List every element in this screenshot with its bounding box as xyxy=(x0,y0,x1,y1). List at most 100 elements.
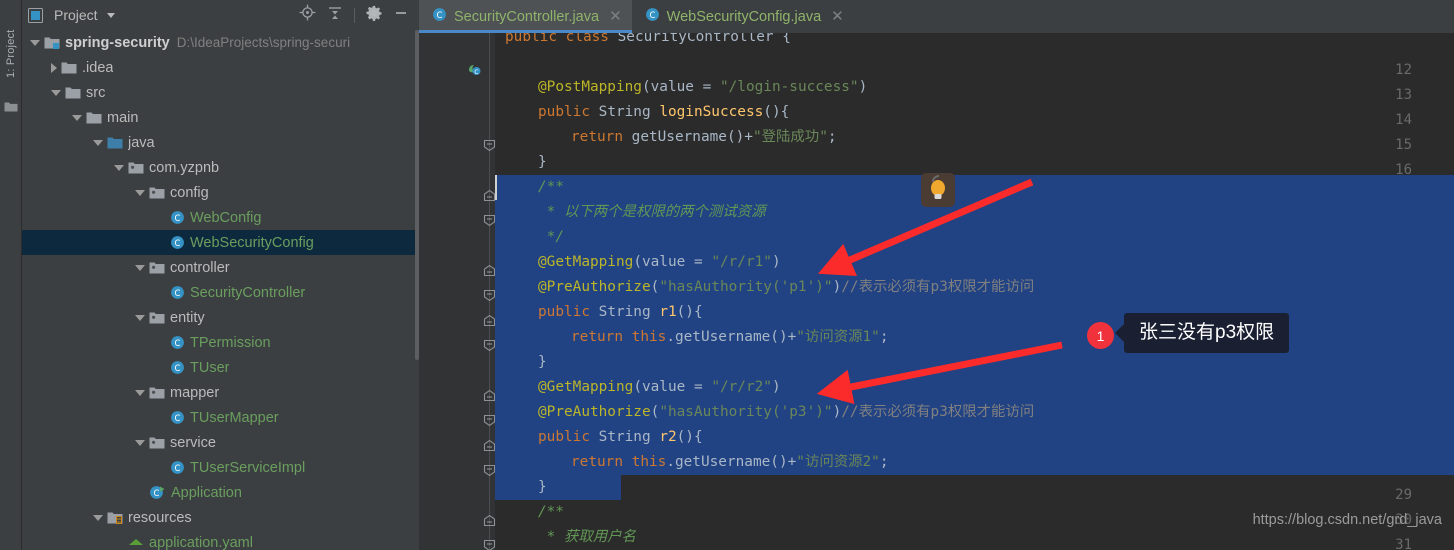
package-icon xyxy=(149,261,165,275)
code-token: @PreAuthorize xyxy=(538,404,651,420)
code-line[interactable]: @GetMapping(value = "/r/r1") xyxy=(495,250,1454,275)
chevron-down-icon[interactable] xyxy=(106,12,115,18)
tree-item-config[interactable]: config xyxy=(22,180,419,205)
settings-gear-icon[interactable] xyxy=(366,5,382,26)
tree-toggle-down-icon[interactable] xyxy=(30,39,40,46)
tree-item-spring-security[interactable]: spring-security D:\IdeaProjects\spring-se… xyxy=(22,30,419,55)
tree-item-controller[interactable]: controller xyxy=(22,255,419,280)
tree-item-securitycontroller[interactable]: C SecurityController xyxy=(22,280,419,305)
svg-text:C: C xyxy=(175,414,181,424)
code-token: )" xyxy=(815,404,833,420)
editor-tab-bar[interactable]: C SecurityController.java ✕ C WebSecurityCon… xyxy=(419,0,1454,33)
source-folder-icon xyxy=(107,136,123,150)
editor-tab-websecurityconfig[interactable]: C WebSecurityConfig.java ✕ xyxy=(632,0,854,33)
tree-toggle-down-icon[interactable] xyxy=(93,139,103,146)
tree-toggle-right-icon[interactable] xyxy=(51,62,57,73)
code-token: return xyxy=(571,129,632,145)
tree-item-tuserserviceimpl[interactable]: C TUserServiceImpl xyxy=(22,455,419,480)
code-line[interactable]: public String r2(){ xyxy=(495,425,1454,450)
hide-panel-icon[interactable] xyxy=(393,5,409,26)
tree-toggle-down-icon[interactable] xyxy=(135,264,145,271)
collapse-all-icon[interactable] xyxy=(327,5,343,26)
tree-item-application[interactable]: C Application xyxy=(22,480,419,505)
close-icon[interactable]: ✕ xyxy=(831,9,844,24)
tree-item-label: com.yzpnb xyxy=(149,159,220,176)
code-line[interactable]: public String loginSuccess(){ xyxy=(495,100,1454,125)
tree-toggle-down-icon[interactable] xyxy=(135,439,145,446)
project-tree[interactable]: spring-security D:\IdeaProjects\spring-se… xyxy=(22,30,419,550)
code-line[interactable]: @GetMapping(value = "/r/r2") xyxy=(495,375,1454,400)
watermark-url: https://blog.csdn.net/grd_java xyxy=(1252,512,1442,528)
tree-toggle-down-icon[interactable] xyxy=(135,314,145,321)
tree-item-com-yzpnb[interactable]: com.yzpnb xyxy=(22,155,419,180)
tree-item-resources[interactable]: resources xyxy=(22,505,419,530)
project-toolwindow-button[interactable]: 1: Project xyxy=(0,6,22,101)
tree-item-service[interactable]: service xyxy=(22,430,419,455)
tree-item-main[interactable]: main xyxy=(22,105,419,130)
tree-item-application-yaml[interactable]: application.yaml xyxy=(22,530,419,550)
tree-toggle-down-icon[interactable] xyxy=(51,89,61,96)
code-line[interactable]: @PreAuthorize("hasAuthority('p3')")//表示必… xyxy=(495,400,1454,425)
code-text[interactable]: public class SecurityController { @PostMa… xyxy=(495,33,1454,550)
editor-tab-securitycontroller[interactable]: C SecurityController.java ✕ xyxy=(419,0,632,33)
code-line[interactable]: * 以下两个是权限的两个测试资源 xyxy=(495,200,1454,225)
code-line[interactable]: /** xyxy=(495,175,1454,200)
tree-item--idea[interactable]: .idea xyxy=(22,55,419,80)
code-line[interactable]: return this.getUsername()+"访问资源2"; xyxy=(495,450,1454,475)
code-line[interactable]: * 获取用户名 xyxy=(495,525,1454,550)
code-token: )" xyxy=(815,279,833,295)
code-line[interactable]: */ xyxy=(495,225,1454,250)
code-line[interactable]: } xyxy=(495,475,1454,500)
code-token: @GetMapping xyxy=(538,379,634,395)
tree-item-label: WebConfig xyxy=(190,209,262,226)
folder-icon xyxy=(86,111,102,125)
code-token: ()+ xyxy=(726,129,753,145)
svg-text:C: C xyxy=(474,69,478,76)
tree-item-java[interactable]: java xyxy=(22,130,419,155)
tree-item-tpermission[interactable]: C TPermission xyxy=(22,330,419,355)
tree-item-label: TPermission xyxy=(190,334,271,351)
code-line[interactable]: } xyxy=(495,150,1454,175)
code-line[interactable]: @PreAuthorize("hasAuthority('p1')")//表示必… xyxy=(495,275,1454,300)
code-token: "访问资源1" xyxy=(796,329,880,345)
locate-icon[interactable] xyxy=(299,4,316,26)
close-icon[interactable]: ✕ xyxy=(609,9,622,24)
code-token: (){ xyxy=(763,104,790,120)
tree-item-src[interactable]: src xyxy=(22,80,419,105)
tree-item-mapper[interactable]: mapper xyxy=(22,380,419,405)
code-token: = xyxy=(685,254,712,270)
tree-toggle-down-icon[interactable] xyxy=(114,164,124,171)
code-line[interactable]: @PostMapping(value = "/login-success") xyxy=(495,75,1454,100)
tree-item-label: java xyxy=(128,134,155,151)
folder-icon[interactable] xyxy=(4,100,18,118)
tree-toggle-down-icon[interactable] xyxy=(135,389,145,396)
lightbulb-icon[interactable] xyxy=(921,173,955,207)
tree-item-tuser[interactable]: C TUser xyxy=(22,355,419,380)
tree-item-tusermapper[interactable]: C TUserMapper xyxy=(22,405,419,430)
svg-text:C: C xyxy=(175,239,181,249)
package-icon xyxy=(149,436,165,450)
tree-item-entity[interactable]: entity xyxy=(22,305,419,330)
tree-item-webconfig[interactable]: C WebConfig xyxy=(22,205,419,230)
code-line[interactable] xyxy=(495,50,1454,75)
code-line[interactable]: public String r1(){ xyxy=(495,300,1454,325)
package-icon xyxy=(128,161,144,175)
tree-item-label: TUserServiceImpl xyxy=(190,459,306,476)
spring-boot-run-icon: C xyxy=(149,485,166,500)
code-line[interactable]: } xyxy=(495,350,1454,375)
tree-toggle-down-icon[interactable] xyxy=(93,514,103,521)
package-icon xyxy=(149,186,165,200)
tree-item-websecurityconfig[interactable]: C WebSecurityConfig xyxy=(22,230,419,255)
code-line[interactable]: public class SecurityController { xyxy=(495,33,1454,50)
code-viewport[interactable]: 12C1314151617181920212223242526272829303… xyxy=(419,33,1454,550)
code-token: ) xyxy=(832,279,842,295)
code-line[interactable]: return getUsername()+"登陆成功"; xyxy=(495,125,1454,150)
tree-toggle-down-icon[interactable] xyxy=(135,189,145,196)
tree-toggle-down-icon[interactable] xyxy=(72,114,82,121)
code-line[interactable]: return this.getUsername()+"访问资源1"; xyxy=(495,325,1454,350)
spring-bean-icon[interactable]: C xyxy=(467,63,482,82)
code-token: return xyxy=(571,454,632,470)
